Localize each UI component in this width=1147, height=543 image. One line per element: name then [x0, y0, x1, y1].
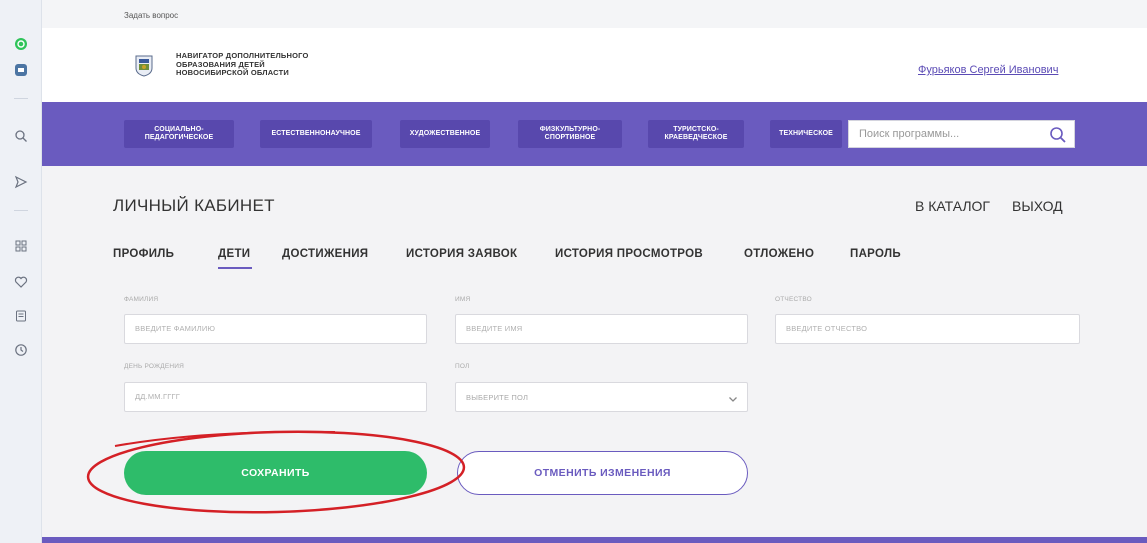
page-title: ЛИЧНЫЙ КАБИНЕТ [113, 196, 275, 215]
chevron-down-icon [727, 392, 739, 404]
nav-item-artistic[interactable]: ХУДОЖЕСТВЕННОЕ [400, 120, 490, 148]
birthdate-label: ДЕНЬ РОЖДЕНИЯ [124, 363, 185, 370]
footer-bar [42, 537, 1147, 543]
nav-item-tourism[interactable]: ТУРИСТСКО- КРАЕВЕДЧЕСКОЕ [648, 120, 744, 148]
save-button[interactable]: СОХРАНИТЬ [124, 451, 427, 495]
user-profile-link[interactable]: Фурьяков Сергей Иванович [918, 64, 1058, 76]
browser-window: Задать вопрос НАВИГАТОР ДОПОЛНИТЕЛЬНОГО … [0, 0, 1147, 543]
notes-icon[interactable] [11, 306, 31, 326]
birthdate-input[interactable] [135, 392, 391, 401]
patronymic-label: ОТЧЕСТВО [775, 296, 812, 303]
browser-sidebar [0, 0, 42, 543]
vk-icon[interactable] [11, 60, 31, 80]
catalog-link[interactable]: В КАТАЛОГ [915, 198, 990, 214]
logo-line: НОВОСИБИРСКОЙ ОБЛАСТИ [176, 68, 289, 77]
cancel-changes-button[interactable]: ОТМЕНИТЬ ИЗМЕНЕНИЯ [457, 451, 748, 495]
site-logo-text[interactable]: НАВИГАТОР ДОПОЛНИТЕЛЬНОГО ОБРАЗОВАНИЯ ДЕ… [176, 51, 309, 78]
lastname-field [124, 314, 427, 344]
nav-item-technical[interactable]: ТЕХНИЧЕСКОЕ [770, 120, 842, 148]
ask-question-link[interactable]: Задать вопрос [124, 11, 178, 20]
gender-select-value: ВЫБЕРИТЕ ПОЛ [466, 393, 529, 402]
tab-application-history[interactable]: ИСТОРИЯ ЗАЯВОК [406, 248, 517, 260]
send-icon[interactable] [11, 172, 31, 192]
gender-select[interactable]: ВЫБЕРИТЕ ПОЛ [455, 382, 748, 412]
logout-link[interactable]: ВЫХОД [1012, 198, 1063, 214]
nav-item-natural-science[interactable]: ЕСТЕСТВЕННОНАУЧНОЕ [260, 120, 372, 148]
category-nav: СОЦИАЛЬНО- ПЕДАГОГИЧЕСКОЕ ЕСТЕСТВЕННОНАУ… [42, 102, 1147, 166]
site-header: НАВИГАТОР ДОПОЛНИТЕЛЬНОГО ОБРАЗОВАНИЯ ДЕ… [42, 28, 1147, 102]
heart-icon[interactable] [11, 272, 31, 292]
search-icon[interactable] [11, 126, 31, 146]
top-strip: Задать вопрос [42, 0, 1147, 28]
nav-item-social-pedagogical[interactable]: СОЦИАЛЬНО- ПЕДАГОГИЧЕСКОЕ [124, 120, 234, 148]
patronymic-field [775, 314, 1080, 344]
nav-item-sports[interactable]: ФИЗКУЛЬТУРНО- СПОРТИВНОЕ [518, 120, 622, 148]
tab-view-history[interactable]: ИСТОРИЯ ПРОСМОТРОВ [555, 248, 703, 260]
active-tab-indicator [218, 267, 252, 269]
gender-label: ПОЛ [455, 363, 470, 370]
search-input[interactable] [859, 128, 1029, 140]
magnifier-icon[interactable] [1048, 125, 1068, 145]
sidebar-divider [14, 210, 28, 211]
birthdate-field [124, 382, 427, 412]
lastname-input[interactable] [135, 324, 391, 333]
patronymic-input[interactable] [786, 324, 1044, 333]
program-search [848, 120, 1075, 148]
tab-achievements[interactable]: ДОСТИЖЕНИЯ [282, 248, 368, 260]
tab-profile[interactable]: ПРОФИЛЬ [113, 248, 174, 260]
tab-children[interactable]: ДЕТИ [218, 248, 250, 260]
cabinet-content: ЛИЧНЫЙ КАБИНЕТ В КАТАЛОГ ВЫХОД ПРОФИЛЬ Д… [42, 166, 1147, 543]
apps-icon[interactable] [11, 236, 31, 256]
sidebar-divider [14, 98, 28, 99]
firstname-label: ИМЯ [455, 296, 471, 303]
coat-of-arms-icon[interactable] [135, 55, 153, 77]
lastname-label: ФАМИЛИЯ [124, 296, 159, 303]
firstname-input[interactable] [466, 324, 714, 333]
history-icon[interactable] [11, 340, 31, 360]
tab-postponed[interactable]: ОТЛОЖЕНО [744, 248, 814, 260]
whatsapp-icon[interactable] [11, 34, 31, 54]
tab-password[interactable]: ПАРОЛЬ [850, 248, 901, 260]
firstname-field [455, 314, 748, 344]
